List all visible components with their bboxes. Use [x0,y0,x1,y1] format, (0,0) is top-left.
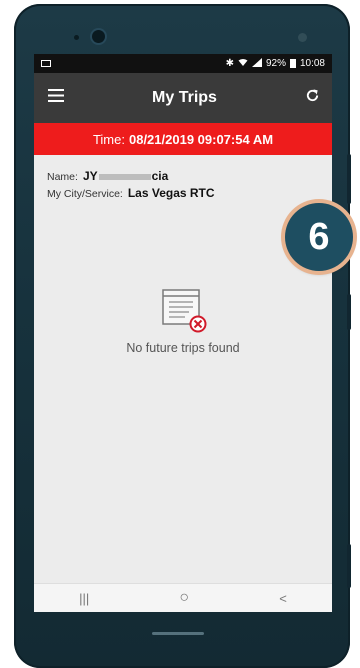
city-value: Las Vegas RTC [127,186,215,200]
empty-state: No future trips found [34,288,332,355]
android-nav-bar: ||| ○ < [34,583,332,612]
clock: 10:08 [299,58,325,69]
power-button [347,294,351,330]
empty-message: No future trips found [126,341,240,355]
battery-icon [289,59,296,68]
volume-button [347,154,351,204]
city-row: My City/Service: Las Vegas RTC [47,186,332,200]
step-badge: 6 [285,203,353,271]
redaction-bar [98,173,151,180]
app-bar: My Trips [34,73,332,123]
status-indicators: ✱ 92% 10:08 [225,57,325,70]
message-icon [41,60,51,67]
name-value: JY cia [83,169,168,183]
city-label: My City/Service: [47,188,123,200]
wifi-icon [238,58,248,70]
no-trips-icon [159,288,207,334]
time-value: 08/21/2019 09:07:54 AM [128,131,274,147]
time-banner: Time: 08/21/2019 09:07:54 AM [34,123,332,155]
bluetooth-icon: ✱ [225,58,234,69]
name-label: Name: [47,171,78,183]
battery-percent: 92% [265,58,286,69]
brand-logo [150,629,210,639]
camera-button [347,544,351,588]
app-screen: ✱ 92% 10:08 My Trips Time: 08/21/2019 09… [34,54,332,612]
light-sensor [298,33,307,42]
name-row: Name: JY cia [47,169,332,183]
hamburger-menu-icon[interactable] [48,89,64,107]
status-bar: ✱ 92% 10:08 [34,54,332,73]
page-title: My Trips [152,89,217,106]
time-label: Time: [92,131,125,147]
refresh-icon[interactable] [305,88,320,108]
name-prefix: JY [82,169,98,183]
proximity-sensor [74,35,79,40]
account-info: Name: JY cia My City/Service: Las Vegas R… [34,155,332,200]
recents-button[interactable]: ||| [79,591,89,606]
front-camera [92,30,105,43]
name-suffix: cia [151,169,169,183]
back-button[interactable]: < [279,591,287,606]
home-button[interactable]: ○ [179,589,189,607]
signal-icon [251,57,262,70]
